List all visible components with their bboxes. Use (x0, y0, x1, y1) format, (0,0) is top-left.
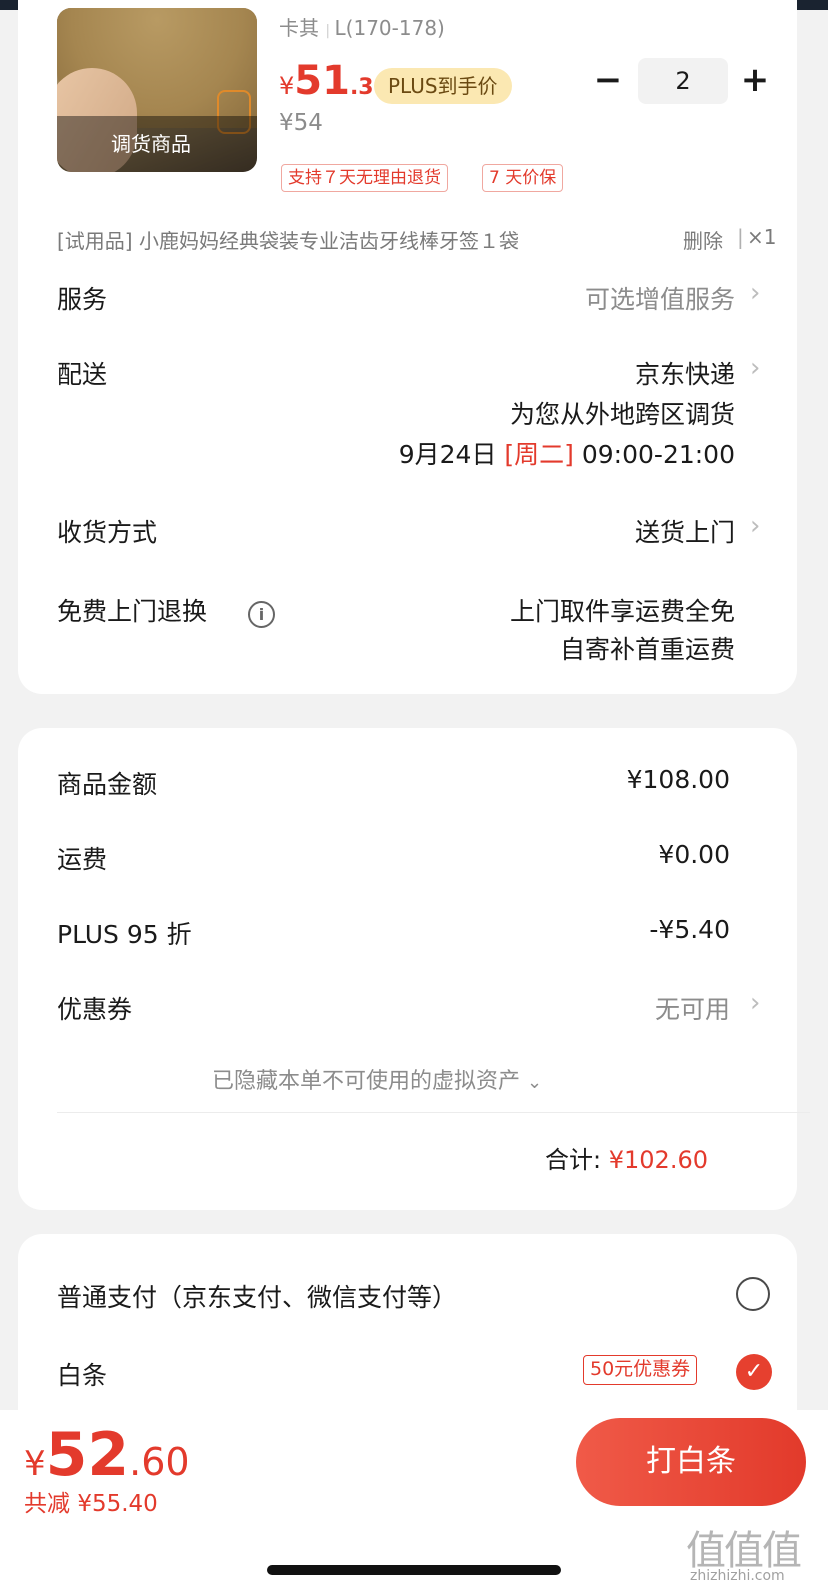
spec-size: L(170-178) (334, 16, 445, 40)
decrease-quantity-button[interactable]: − (590, 60, 626, 100)
gift-quantity: ×1 (747, 225, 777, 249)
info-icon[interactable]: i (248, 601, 275, 628)
service-chevron-icon[interactable]: › (750, 278, 760, 308)
shipping-window: 9月24日 [周二] 09:00-21:00 (335, 435, 735, 471)
gift-delete-link[interactable]: 删除 (683, 225, 723, 254)
total-saved: 共减 ¥55.40 (24, 1484, 158, 1518)
coupon-label: 优惠券 (57, 995, 133, 1024)
plus-discount-label: PLUS 95 折 (57, 920, 192, 949)
hidden-assets-text: 已隐藏本单不可使用的虚拟资产 (212, 1069, 521, 1094)
quantity-input[interactable]: 2 (638, 58, 728, 104)
summary-divider (57, 1112, 810, 1113)
baitiao-coupon-tag: 50元优惠券 (583, 1355, 698, 1385)
baitiao-label: 白条 (57, 1361, 108, 1390)
receive-method-label: 收货方式 (57, 518, 158, 547)
service-value[interactable]: 可选增值服务 (500, 280, 735, 316)
original-price: ¥54 (279, 110, 323, 136)
watermark-site: zhizhizhi.com (690, 1568, 785, 1584)
goods-amount-label: 商品金额 (57, 770, 158, 799)
saved-label: 共减 (24, 1491, 70, 1517)
shipping-date: 9月24日 (398, 440, 497, 469)
shipping-chevron-icon[interactable]: › (750, 353, 760, 383)
free-return-value-1: 上门取件享运费全免 (509, 597, 735, 626)
spec-color: 卡其 (279, 16, 319, 40)
gift-separator: | (737, 225, 744, 249)
coupon-value[interactable]: 无可用 (500, 990, 730, 1026)
increase-quantity-button[interactable]: + (737, 60, 773, 100)
home-indicator[interactable] (267, 1565, 561, 1575)
saved-value: ¥55.40 (77, 1491, 158, 1517)
transfer-goods-label: 调货商品 (57, 116, 257, 172)
chevron-down-icon: ⌄ (527, 1072, 543, 1093)
product-price: ¥51.3 (279, 58, 374, 104)
gift-item-text: [试用品] 小鹿妈妈经典袋装专业洁齿牙线棒牙签１袋 (57, 229, 519, 253)
plus-price-tag: PLUS到手价 (374, 68, 512, 104)
baitiao-radio-checked-icon[interactable]: ✓ (736, 1354, 772, 1390)
receive-method-chevron-icon[interactable]: › (750, 511, 760, 541)
normal-payment-label: 普通支付（京东支付、微信支付等） (57, 1283, 458, 1312)
free-return-value-2: 自寄补首重运费 (559, 635, 735, 664)
total-value: ¥102.60 (608, 1146, 708, 1174)
freight-label: 运费 (57, 845, 108, 874)
payable-price: ¥52.60 (24, 1420, 190, 1490)
product-spec[interactable]: 卡其 | L(170-178) (279, 12, 445, 41)
goods-amount-value: ¥108.00 (626, 765, 730, 794)
shipping-time: 09:00-21:00 (581, 440, 735, 469)
shipping-label: 配送 (57, 360, 108, 389)
normal-payment-radio[interactable] (736, 1277, 770, 1311)
receive-method-value[interactable]: 送货上门 (500, 513, 735, 549)
plus-discount-value: -¥5.40 (649, 915, 730, 944)
shipping-weekday: [周二] (504, 440, 574, 469)
no-reason-return-tag: 支持７天无理由退货 (281, 164, 448, 192)
freight-value: ¥0.00 (658, 840, 730, 869)
pay-baitiao-button[interactable]: 打白条 (576, 1418, 806, 1506)
total-row: 合计: ¥102.60 (545, 1140, 708, 1175)
shipping-note: 为您从外地跨区调货 (509, 400, 735, 429)
coupon-chevron-icon[interactable]: › (750, 988, 760, 1018)
price-protection-tag: 7 天价保 (482, 164, 564, 192)
free-return-label: 免费上门退换 (57, 597, 208, 626)
shipping-carrier[interactable]: 京东快递 (500, 355, 735, 391)
product-image[interactable]: 调货商品 (57, 8, 257, 172)
total-label: 合计: (545, 1146, 602, 1174)
service-label: 服务 (57, 285, 108, 314)
hidden-assets-toggle[interactable]: 已隐藏本单不可使用的虚拟资产 ⌄ (212, 1063, 542, 1095)
